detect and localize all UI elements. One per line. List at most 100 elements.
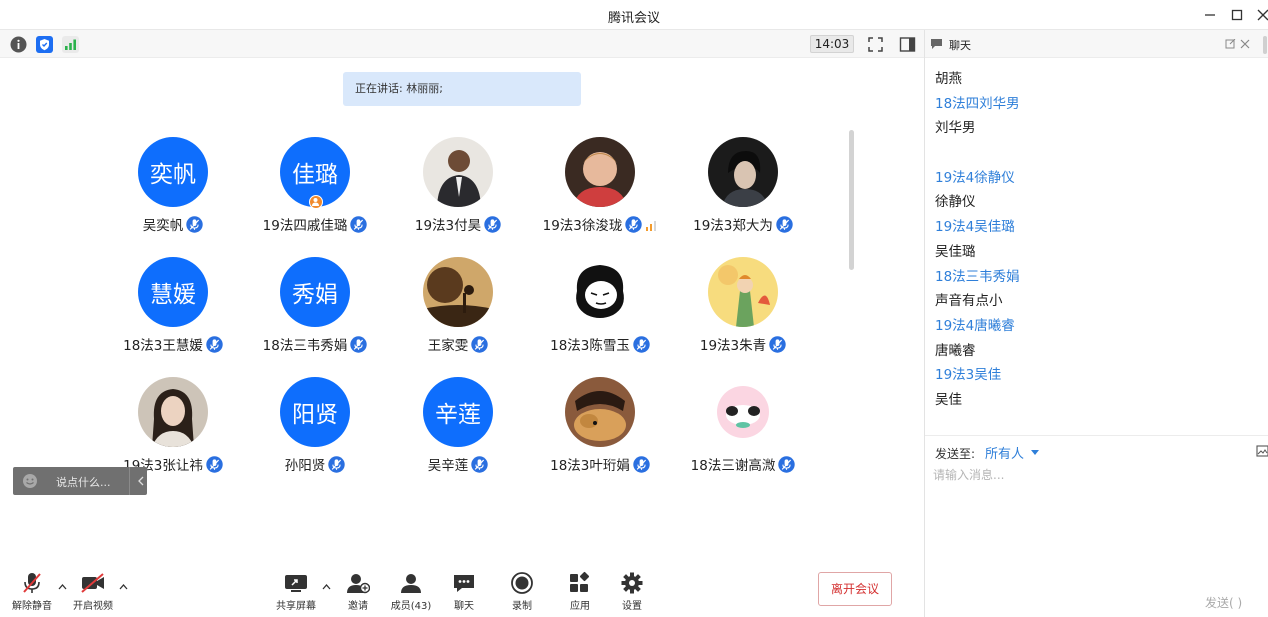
- invite-button[interactable]: 邀请: [328, 570, 388, 616]
- quick-chat-box[interactable]: 说点什么...: [13, 467, 147, 495]
- participant-name-text: 18法3陈雪玉: [550, 338, 630, 354]
- participant-avatar: [565, 377, 635, 447]
- participant-name: 19法3郑大为: [673, 214, 813, 234]
- share-screen-button[interactable]: 共享屏幕: [266, 570, 326, 616]
- fullscreen-icon[interactable]: [867, 36, 884, 53]
- start-video-button[interactable]: 开启视频: [63, 570, 123, 616]
- collapse-chevron-icon[interactable]: [137, 476, 145, 486]
- participant-tile[interactable]: 阳贤 孙阳贤: [245, 377, 385, 487]
- chat-sender-name[interactable]: 18法三韦秀娟: [935, 265, 1255, 290]
- participant-tile[interactable]: 19法3付昊: [388, 137, 528, 247]
- chat-message-text: 吴佳: [935, 391, 962, 408]
- info-icon[interactable]: [10, 36, 27, 53]
- quick-chat-divider: [129, 467, 130, 495]
- gear-icon: [621, 572, 643, 594]
- participant-avatar: [708, 377, 778, 447]
- video-options-chevron-icon[interactable]: [119, 582, 128, 593]
- mic-muted-status-icon: [769, 336, 786, 353]
- chat-button[interactable]: 聊天: [434, 570, 494, 616]
- chat-scrollbar[interactable]: [1263, 36, 1267, 54]
- unmute-button[interactable]: 解除静音: [2, 570, 62, 616]
- chat-message-text: 徐静仪: [935, 194, 976, 211]
- apps-button[interactable]: 应用: [550, 570, 610, 616]
- chat-message-list: 胡燕 18法四刘华男 刘华男 19法4徐静仪 徐静仪 19法4吴佳璐 吴佳璐 18法三韦秀娟声…: [935, 67, 1255, 413]
- close-icon[interactable]: [1252, 4, 1268, 26]
- participant-name-text: 王家雯: [427, 338, 469, 354]
- participant-name-text: 19法四戚佳璐: [262, 218, 348, 234]
- participant-tile[interactable]: 19法3朱青: [673, 257, 813, 367]
- chat-sender-name[interactable]: 19法3吴佳: [935, 363, 1255, 388]
- mic-muted-status-icon: [625, 216, 643, 233]
- invite-user-icon: [347, 574, 370, 594]
- settings-button[interactable]: 设置: [602, 570, 662, 616]
- mic-muted-status-icon: [206, 336, 223, 353]
- quick-chat-placeholder: 说点什么...: [56, 476, 111, 489]
- mic-muted-status-icon: [471, 336, 488, 353]
- mic-muted-status-icon: [778, 456, 796, 473]
- chat-panel: 聊天 胡燕 18法四刘华男 刘华男 19法4徐静仪 徐静仪 19法4吴佳璐 吴佳璐 18法三韦…: [924, 30, 1268, 617]
- tencent-meeting-window: 腾讯会议 14:03 正在讲话: 林丽丽; 奕帆 吴奕帆 佳璐 19法四戚佳璐 …: [0, 0, 1268, 617]
- mic-muted-status-icon: [633, 456, 650, 473]
- security-shield-icon[interactable]: [36, 36, 53, 53]
- participant-tile[interactable]: 王家雯: [388, 257, 528, 367]
- participant-tile[interactable]: 辛莲 吴辛莲: [388, 377, 528, 487]
- mic-muted-status-icon: [350, 336, 368, 353]
- camera-off-icon: [81, 573, 104, 593]
- layout-toggle-icon[interactable]: [899, 36, 916, 53]
- participant-avatar: 奕帆: [138, 137, 208, 207]
- emoji-icon[interactable]: [22, 473, 38, 489]
- participant-avatar: [565, 257, 635, 327]
- chat-message-input[interactable]: [933, 464, 1233, 486]
- participant-avatar: 辛莲: [423, 377, 493, 447]
- send-to-recipient[interactable]: 所有人: [985, 447, 1024, 462]
- participant-tile[interactable]: 佳璐 19法四戚佳璐: [245, 137, 385, 247]
- members-button[interactable]: 成员(43): [381, 570, 441, 616]
- chat-message-text: 唐曦睿: [935, 342, 976, 359]
- participant-name-text: 18法三韦秀娟: [262, 338, 348, 354]
- record-button[interactable]: 录制: [492, 570, 552, 616]
- participant-tile[interactable]: 18法三谢高溦: [673, 377, 813, 487]
- title-bar: 腾讯会议: [0, 0, 1268, 30]
- participant-name: 王家雯: [388, 334, 528, 354]
- participant-tile[interactable]: 19法3徐浚珑: [530, 137, 670, 247]
- participant-avatar: [708, 137, 778, 207]
- participant-name: 18法3王慧媛: [103, 334, 243, 354]
- participant-tile[interactable]: 奕帆 吴奕帆: [103, 137, 243, 247]
- record-icon: [511, 572, 533, 594]
- mic-muted-status-icon: [186, 216, 203, 233]
- participant-tile[interactable]: 18法3叶珩娟: [530, 377, 670, 487]
- speaking-banner: 正在讲话: 林丽丽;: [343, 72, 581, 106]
- dropdown-caret-icon[interactable]: [1030, 450, 1039, 456]
- send-to-selector[interactable]: 发送至: 所有人: [935, 443, 1039, 462]
- participant-tile[interactable]: 19法3郑大为: [673, 137, 813, 247]
- minimize-icon[interactable]: [1199, 4, 1221, 26]
- popout-icon[interactable]: [1225, 39, 1236, 49]
- audio-level-icon: [646, 221, 657, 231]
- chat-sender-name[interactable]: 18法四刘华男: [935, 92, 1255, 117]
- chat-sender-name[interactable]: 19法4唐曦睿: [935, 314, 1255, 339]
- window-title: 腾讯会议: [607, 11, 660, 26]
- mic-muted-status-icon: [206, 456, 223, 473]
- participant-tile[interactable]: 秀娟 18法三韦秀娟: [245, 257, 385, 367]
- participant-name: 孙阳贤: [245, 454, 385, 474]
- signal-strength-icon[interactable]: [62, 36, 79, 53]
- maximize-icon[interactable]: [1226, 4, 1248, 26]
- chat-sender-name[interactable]: 19法4吴佳璐: [935, 215, 1255, 240]
- participant-tile[interactable]: 18法3陈雪玉: [530, 257, 670, 367]
- chat-close-icon[interactable]: [1240, 39, 1250, 49]
- chat-sender-name[interactable]: 19法4徐静仪: [935, 166, 1255, 191]
- participant-name: 18法3陈雪玉: [530, 334, 670, 354]
- leave-meeting-button[interactable]: 离开会议: [818, 572, 892, 606]
- participant-name: 18法三韦秀娟: [245, 334, 385, 354]
- participant-name-text: 18法3叶珩娟: [550, 458, 630, 474]
- meeting-toolbar: 14:03: [0, 30, 924, 58]
- participant-avatar: 秀娟: [280, 257, 350, 327]
- mic-muted-status-icon: [328, 456, 345, 473]
- meeting-timer: 14:03: [810, 35, 854, 53]
- send-button[interactable]: 发送( ): [1205, 594, 1242, 611]
- participant-name-text: 19法3付昊: [414, 218, 482, 234]
- image-attach-icon[interactable]: [1256, 445, 1268, 457]
- participant-tile[interactable]: 慧媛 18法3王慧媛: [103, 257, 243, 367]
- participant-name: 吴辛莲: [388, 454, 528, 474]
- gallery-scrollbar[interactable]: [849, 130, 854, 270]
